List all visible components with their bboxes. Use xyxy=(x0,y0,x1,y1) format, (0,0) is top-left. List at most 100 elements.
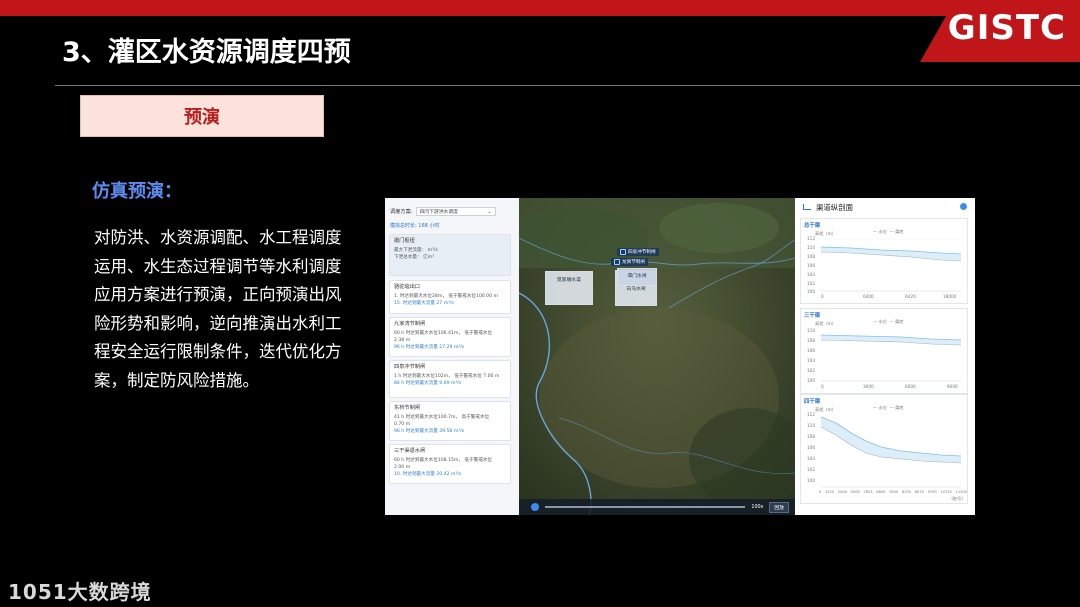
gate-marker[interactable]: 四泉冲节制闸 xyxy=(617,248,659,256)
map-popup[interactable]: 莫家嘴水渠 xyxy=(545,271,593,305)
section-subtitle: 仿真预演： xyxy=(92,181,182,202)
profile-plot xyxy=(820,238,962,292)
profile-plot xyxy=(820,416,962,488)
gistc-logo: GISTC xyxy=(947,8,1066,48)
y-tick: 110 xyxy=(807,328,815,333)
card-line: 41 h 时达到最大水位100.7m， 高于警戒水位 xyxy=(394,415,490,420)
sim-duration-row: 模拟总时长: 168 小时 xyxy=(390,222,439,229)
chart-icon xyxy=(803,204,811,210)
card-line: 60 h 时达到最大水位108.15m， 低于警戒水位 xyxy=(394,458,492,463)
app-screenshot: 调度方案: 四闫下游洪水调度 ⌄ 模拟总时长: 168 小时 摄门枢纽 最大下泄… xyxy=(385,198,975,515)
y-tick: 106 xyxy=(807,348,815,353)
x-ticks: 0 1520 2000 5000 7603 8609 9500 8250 807… xyxy=(819,490,967,494)
left-panel: 调度方案: 四闫下游洪水调度 ⌄ 模拟总时长: 168 小时 摄门枢纽 最大下泄… xyxy=(385,198,520,515)
speed-label[interactable]: 100x xyxy=(751,505,763,510)
x-tick: 18000 xyxy=(943,294,957,299)
x-tick: 0 xyxy=(819,490,822,494)
result-card[interactable]: 九家湾节制闸 60 h 时达到最大水位106.41m， 低于警戒水位 2.38 … xyxy=(389,317,511,357)
replay-button[interactable]: 回放 xyxy=(769,501,789,513)
map-popup-label: 谭门水闸 xyxy=(627,274,647,279)
card-line: 96 h 时达到最大流量 27.29 m³/s xyxy=(394,345,465,350)
y-tick: 106 xyxy=(807,445,815,450)
right-panel: 渠道纵剖面 总干渠 高程（m） — 水位 — 渠底 112 110 108 10… xyxy=(795,198,975,515)
card-line: 96 h 时达到最大流量 39.56 m³/s xyxy=(394,429,465,434)
top-accent-bar xyxy=(0,0,1080,16)
satellite-map[interactable]: 四泉冲节制闸 龙窝节制闸 莫家嘴水渠 白马水闸 谭门水闸 100x 回放 xyxy=(519,198,795,515)
map-popup-label: 莫家嘴水渠 xyxy=(557,278,581,283)
y-tick: 108 xyxy=(807,338,815,343)
title-divider xyxy=(55,85,1080,86)
card-line: 下泄总水量： 亿m³ xyxy=(394,255,434,260)
slide-title: 3、灌区水资源调度四预 xyxy=(62,37,351,68)
x-tick: 2000 xyxy=(837,490,847,494)
result-card[interactable]: 四泉冲节制闸 1 h 时达到最大水位102m， 低于警戒水位 7.00 m 84… xyxy=(389,360,511,398)
gate-icon xyxy=(620,249,626,255)
x-tick: 9500 xyxy=(889,490,899,494)
card-line: 10. 时达到最大流量 20.42 m³/s xyxy=(394,472,462,477)
timeline-bar: 100x 回放 xyxy=(519,499,795,515)
map-popup[interactable]: 谭门水闸 xyxy=(617,268,657,286)
x-tick: 8250 xyxy=(901,490,912,494)
result-card[interactable]: 东桥节制闸 41 h 时达到最大水位100.7m， 高于警戒水位 0.70 m … xyxy=(389,401,511,441)
profile-chart: 四干渠 高程（m） — 水位 — 渠底 112 110 108 106 104 … xyxy=(800,394,968,504)
x-tick: 9000 xyxy=(947,384,958,389)
sim-duration-label: 模拟总时长: xyxy=(390,223,417,229)
x-tick: 6400 xyxy=(863,294,874,299)
watermark-logo: 1051大数跨境 xyxy=(8,580,152,604)
expand-icon[interactable] xyxy=(960,203,967,210)
card-line: 15. 时达到最大流量 27 m³/s xyxy=(394,301,454,306)
scheme-row: 调度方案: 四闫下游洪水调度 ⌄ xyxy=(390,207,496,216)
card-line: 1. 时达到最大水位28m， 低于警戒水位100.00 m xyxy=(394,294,498,299)
card-title: 三干渠退水闸 xyxy=(394,448,426,454)
result-card[interactable]: 骆驼垴出口 1. 时达到最大水位28m， 低于警戒水位100.00 m 15. … xyxy=(389,280,511,314)
section-tag: 预演 xyxy=(80,95,324,137)
card-line: 2.38 m xyxy=(394,338,411,343)
gate-icon xyxy=(614,259,620,265)
gate-marker-label: 龙窝节制闸 xyxy=(622,260,645,265)
profile-plot xyxy=(820,334,962,382)
gate-marker-label: 四泉冲节制闸 xyxy=(628,250,656,255)
card-line: 0.70 m xyxy=(394,422,411,427)
card-line: 60 h 时达到最大水位106.41m， 低于警戒水位 xyxy=(394,331,492,336)
y-tick: 100 xyxy=(807,478,815,483)
x-tick: 10720 xyxy=(940,490,952,494)
y-tick: 108 xyxy=(807,254,815,259)
x-tick: 8609 xyxy=(876,490,886,494)
profile-title: 渠道纵剖面 xyxy=(816,202,853,212)
card-title: 九家湾节制闸 xyxy=(394,321,426,327)
profile-chart: 三干渠 高程（m） — 水位 — 渠底 110 108 106 104 102 … xyxy=(800,308,968,394)
result-card[interactable]: 三干渠退水闸 60 h 时达到最大水位108.15m， 低于警戒水位 2.00 … xyxy=(389,444,511,484)
y-tick: 102 xyxy=(807,467,815,472)
y-tick: 112 xyxy=(807,236,815,241)
card-line: 2.00 m xyxy=(394,465,411,470)
x-tick: 11200 xyxy=(955,490,967,494)
map-popup-label: 白马水闸 xyxy=(626,287,646,292)
x-tick: 1520 xyxy=(824,490,835,494)
x-tick: 0 xyxy=(821,294,824,299)
card-line: 84 h 时达到最大流量 9.09 m³/s xyxy=(394,381,462,386)
timeline-slider[interactable] xyxy=(545,506,746,508)
card-line: 最大下泄流量： m³/s xyxy=(394,248,438,253)
x-tick: 0 xyxy=(821,384,824,389)
play-button[interactable] xyxy=(531,503,539,511)
y-tick: 110 xyxy=(807,423,815,428)
x-unit: (桩号) xyxy=(951,496,963,501)
profile-header: 渠道纵剖面 xyxy=(795,198,975,216)
scheme-label: 调度方案: xyxy=(390,209,413,215)
result-card[interactable]: 摄门枢纽 最大下泄流量： m³/s 下泄总水量： 亿m³ xyxy=(389,234,511,276)
y-tick: 102 xyxy=(807,368,815,373)
chevron-down-icon: ⌄ xyxy=(487,210,492,215)
y-tick: 104 xyxy=(807,358,815,363)
sim-duration-value: 168 小时 xyxy=(418,223,440,229)
gate-marker[interactable]: 龙窝节制闸 xyxy=(611,258,648,266)
y-tick: 106 xyxy=(807,263,815,268)
y-tick: 108 xyxy=(807,434,815,439)
y-tick: 112 xyxy=(807,412,815,417)
scheme-select[interactable]: 四闫下游洪水调度 ⌄ xyxy=(415,207,496,216)
x-tick: 5000 xyxy=(850,490,860,494)
y-tick: 100 xyxy=(807,289,815,294)
section-paragraph: 对防洪、水资源调配、水工程调度运用、水生态过程调节等水利调度应用方案进行预演，正… xyxy=(94,228,342,390)
x-tick: 9700 xyxy=(927,490,937,494)
x-tick: 8070 xyxy=(914,490,924,494)
x-tick: 7603 xyxy=(863,490,873,494)
